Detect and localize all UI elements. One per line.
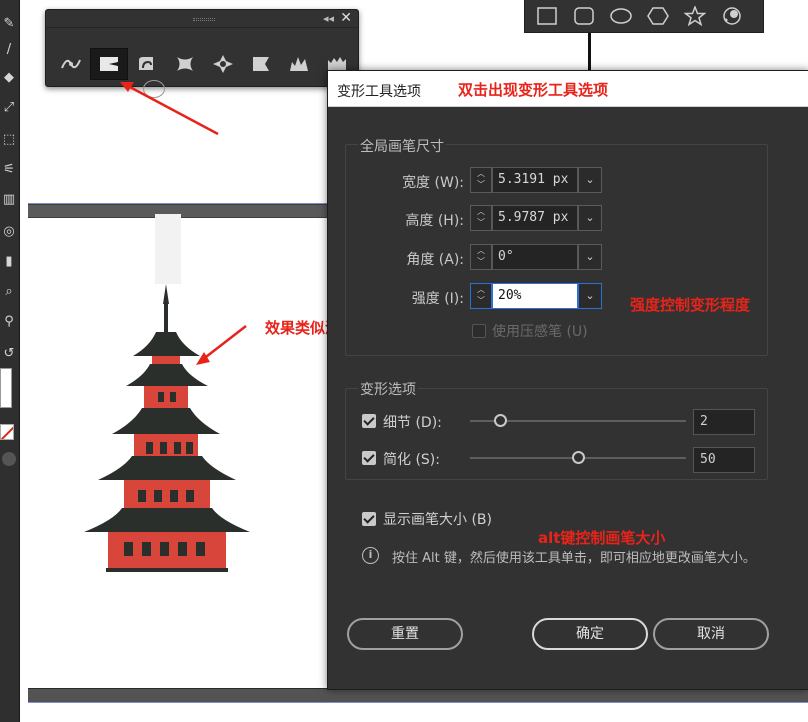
bloat-tool-icon[interactable] <box>204 48 242 80</box>
gradient-icon[interactable]: ▥ <box>0 190 18 210</box>
show-brush-size-checkbox[interactable] <box>362 512 376 526</box>
height-label: 高度 (H): <box>405 213 464 229</box>
intensity-annotation: 强度控制变形程度 <box>630 296 751 314</box>
shape-tools-flyout <box>524 0 764 33</box>
artboard-bottom <box>28 702 808 722</box>
simplify-slider-knob[interactable] <box>571 451 585 464</box>
rectangle-tool-icon[interactable] <box>533 2 561 30</box>
scallop-tool-icon[interactable] <box>242 48 280 80</box>
dialog-titlebar[interactable]: 变形工具选项 双击出现变形工具选项 <box>328 71 808 107</box>
intensity-field[interactable]: 20% <box>492 283 578 309</box>
angle-dropdown-chevron-icon[interactable]: ⌄ <box>578 244 602 270</box>
fill-swatch[interactable] <box>0 368 12 408</box>
height-stepper[interactable]: ︿ ﹀ <box>470 205 492 231</box>
star-tool-icon[interactable] <box>681 2 709 30</box>
warp-options-legend: 变形选项 <box>358 379 418 399</box>
pucker-tool-icon[interactable] <box>166 48 204 80</box>
pressure-pen-label: 使用压感笔 (U) <box>492 324 588 340</box>
dialog-title: 变形工具选项 <box>337 84 421 100</box>
detail-checkbox[interactable] <box>362 414 376 428</box>
angle-field[interactable]: 0° <box>492 244 578 270</box>
grip-icon[interactable] <box>193 18 215 21</box>
pen-icon[interactable]: ✎ <box>0 14 18 34</box>
pagoda-illustration[interactable] <box>78 214 278 614</box>
shape-builder-icon[interactable]: ⚟ <box>0 160 18 180</box>
angle-stepper[interactable]: ︿ ﹀ <box>470 244 492 270</box>
title-annotation: 双击出现变形工具选项 <box>458 81 609 99</box>
height-field[interactable]: 5.9787 px <box>492 205 578 231</box>
eyedropper-icon[interactable]: ⌕ <box>0 282 18 302</box>
free-transform-icon[interactable]: ⬚ <box>0 130 18 150</box>
width-tool-icon[interactable] <box>52 48 90 80</box>
rounded-rectangle-tool-icon[interactable] <box>570 2 598 30</box>
draw-mode-icon[interactable] <box>2 452 16 466</box>
width-label: 宽度 (W): <box>402 175 464 191</box>
polygon-tool-icon[interactable] <box>644 2 672 30</box>
zoom-icon[interactable]: ⚲ <box>0 312 18 332</box>
pressure-pen-checkbox[interactable] <box>472 324 486 338</box>
canvas-bottom-gutter <box>28 688 808 702</box>
width-stepper[interactable]: ︿ ﹀ <box>470 167 492 193</box>
left-toolbar: ✎ / ◆ ⤢ ⬚ ⚟ ▥ ◎ ▮ ⌕ ⚲ ↺ <box>0 0 20 722</box>
eraser-icon[interactable]: ◆ <box>0 68 18 88</box>
width-dropdown-chevron-icon[interactable]: ⌄ <box>578 167 602 193</box>
intensity-dropdown-chevron-icon[interactable]: ⌄ <box>578 283 602 309</box>
twirl-tool-icon[interactable] <box>128 48 166 80</box>
simplify-label: 简化 (S): <box>383 452 440 468</box>
show-brush-size-label: 显示画笔大小 (B) <box>383 512 492 528</box>
warp-tools-flyout: ◂◂ ✕ <box>45 9 359 87</box>
reset-button[interactable]: 重置 <box>347 618 463 650</box>
warp-tool-options-dialog: 变形工具选项 双击出现变形工具选项 全局画笔尺寸 宽度 (W): ︿ ﹀ 5.31… <box>327 70 808 690</box>
collapse-icon[interactable]: ◂◂ <box>323 12 334 25</box>
blend-icon[interactable]: ◎ <box>0 222 18 242</box>
warp-brush-cursor <box>143 80 165 98</box>
simplify-checkbox[interactable] <box>362 451 376 465</box>
detail-label: 细节 (D): <box>383 415 442 431</box>
warp-tool-icon[interactable] <box>90 48 128 80</box>
intensity-label: 强度 (I): <box>411 291 464 307</box>
alt-annotation: alt键控制画笔大小 <box>538 529 666 547</box>
flare-tool-icon[interactable] <box>718 2 746 30</box>
global-brush-legend: 全局画笔尺寸 <box>358 136 446 156</box>
info-icon: i <box>362 547 379 564</box>
width-field[interactable]: 5.3191 px <box>492 167 578 193</box>
swap-icon[interactable]: ↺ <box>0 344 18 364</box>
crystallize-tool-icon[interactable] <box>280 48 318 80</box>
cancel-button[interactable]: 取消 <box>653 618 769 650</box>
height-dropdown-chevron-icon[interactable]: ⌄ <box>578 205 602 231</box>
ellipse-tool-icon[interactable] <box>607 2 635 30</box>
stroke-swatch[interactable] <box>0 424 14 440</box>
ok-button[interactable]: 确定 <box>532 618 648 650</box>
detail-slider-knob[interactable] <box>493 414 507 427</box>
flyout-header[interactable]: ◂◂ ✕ <box>46 10 358 28</box>
angle-label: 角度 (A): <box>406 252 464 268</box>
detail-value-field[interactable]: 2 <box>693 409 755 435</box>
simplify-value-field[interactable]: 50 <box>693 447 755 473</box>
scale-icon[interactable]: ⤢ <box>0 98 18 118</box>
graph-icon[interactable]: ▮ <box>0 252 18 272</box>
close-icon[interactable]: ✕ <box>340 10 352 26</box>
brush-icon[interactable]: / <box>0 40 18 60</box>
intensity-stepper[interactable]: ︿ ﹀ <box>470 283 492 309</box>
info-text: 按住 Alt 键，然后使用该工具单击，即可相应地更改画笔大小。 <box>392 551 756 566</box>
